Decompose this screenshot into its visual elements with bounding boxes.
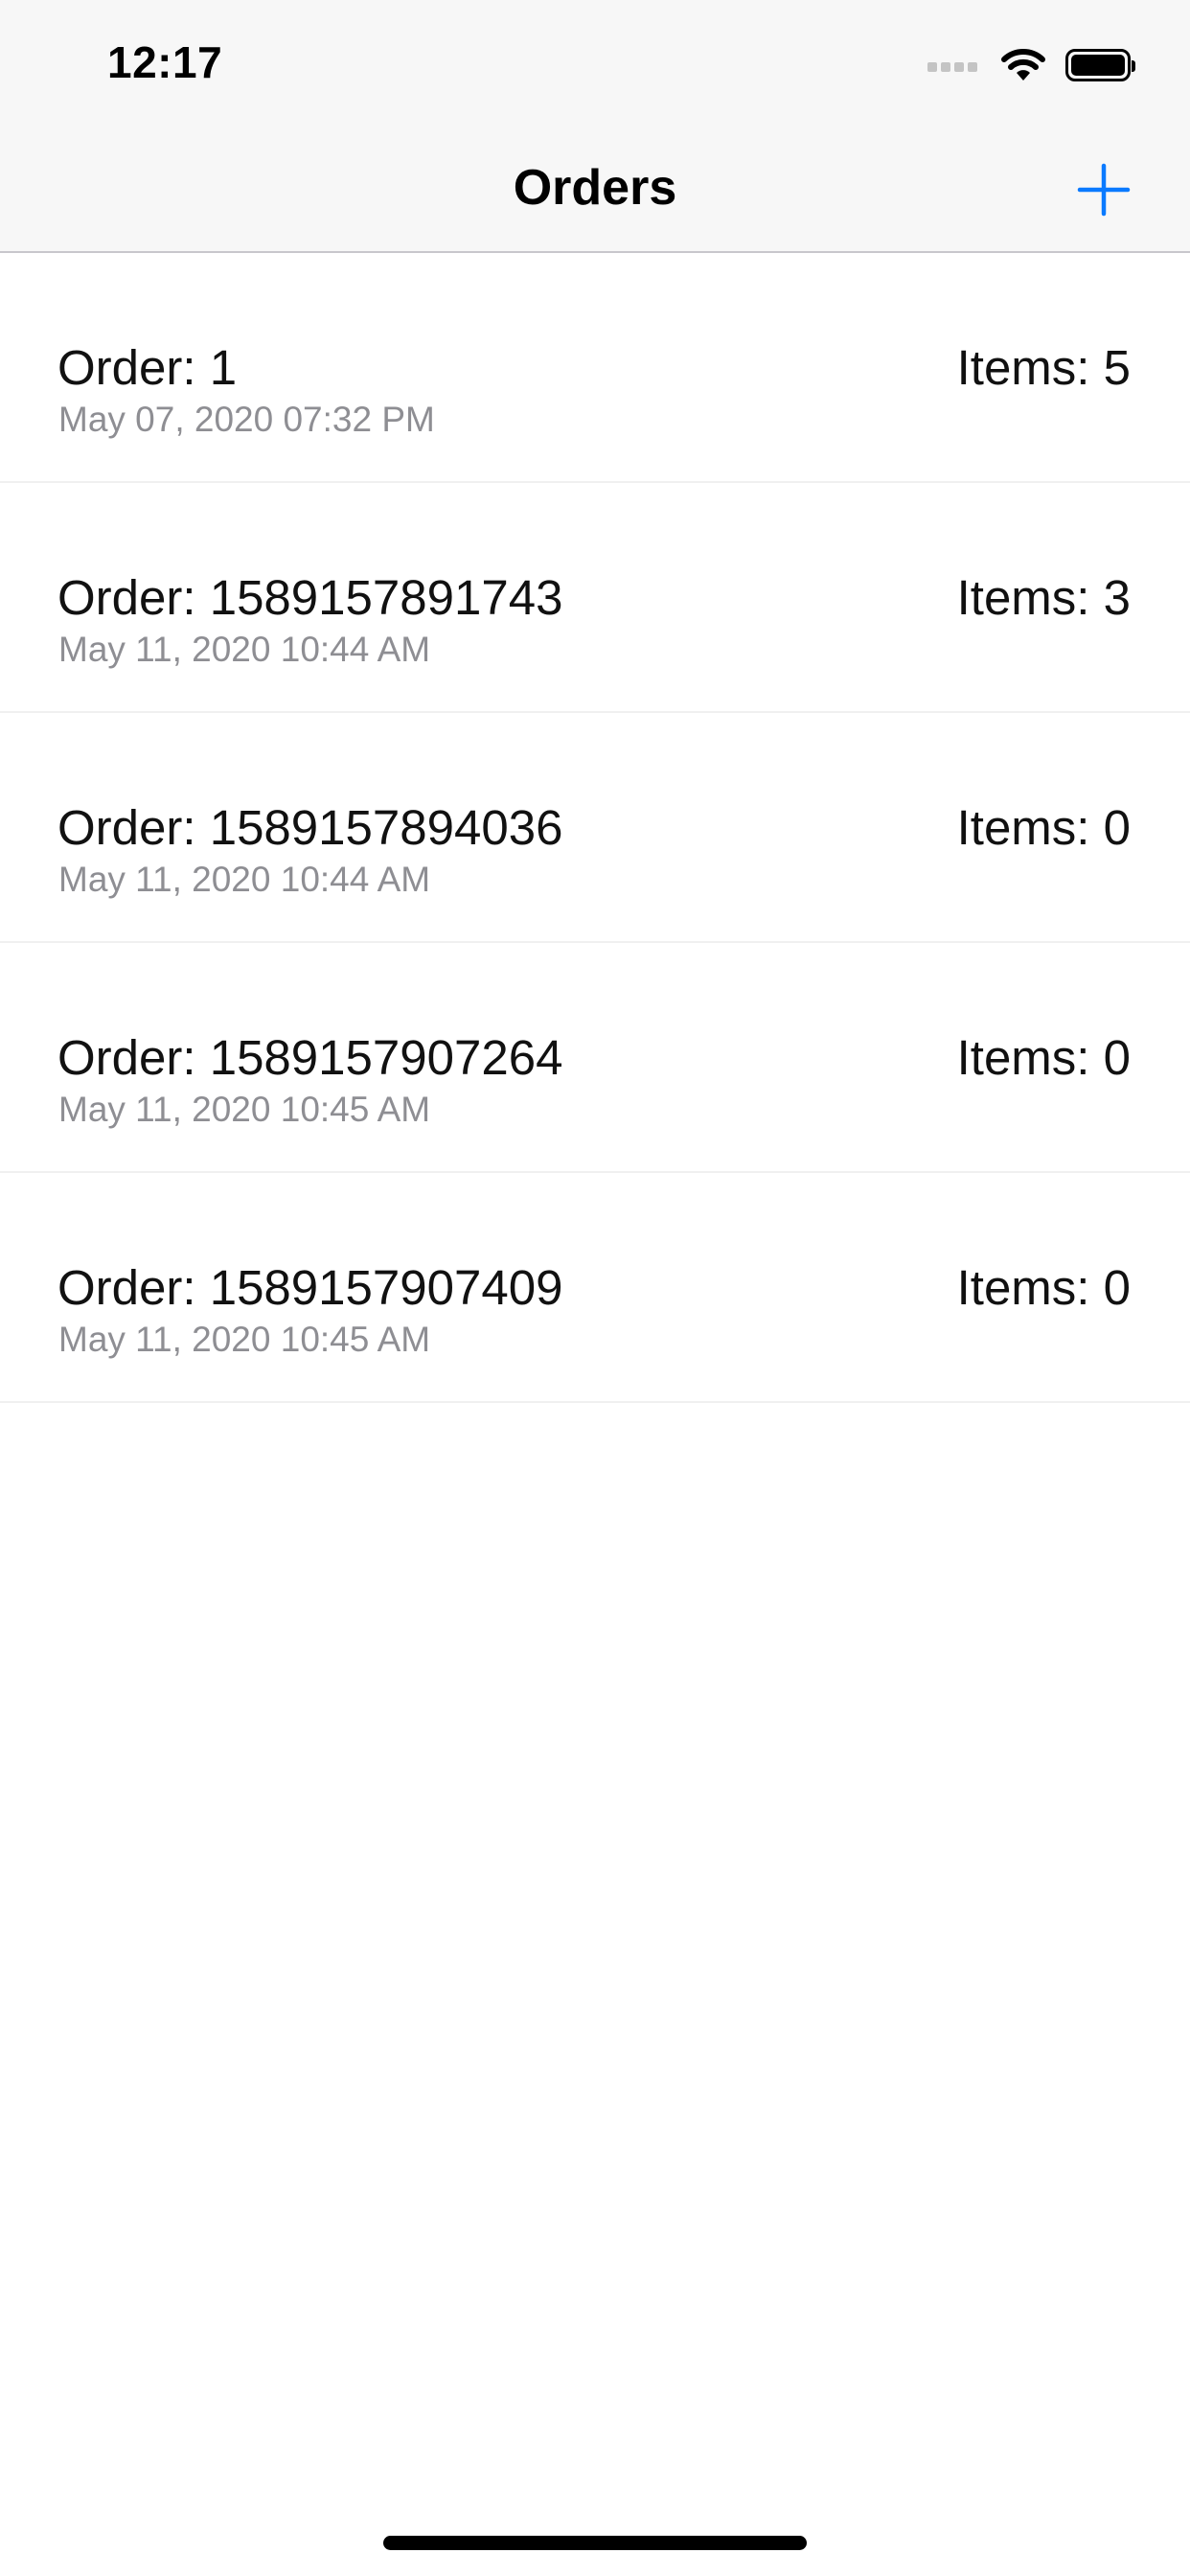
status-time: 12:17: [107, 37, 223, 87]
order-row[interactable]: Order: 1589157907264 May 11, 2020 10:45 …: [0, 943, 1190, 1173]
order-row[interactable]: Order: 1589157907409 May 11, 2020 10:45 …: [0, 1173, 1190, 1403]
battery-icon: [1065, 49, 1135, 81]
order-date: May 11, 2020 10:44 AM: [58, 630, 431, 669]
order-items-count: Items: 3: [956, 570, 1131, 625]
top-bar: 12:17 Orders: [0, 0, 1190, 253]
order-title: Order: 1589157894036: [57, 800, 563, 855]
order-row[interactable]: Order: 1589157894036 May 11, 2020 10:44 …: [0, 713, 1190, 943]
status-bar: 12:17: [0, 0, 1190, 126]
order-title: Order: 1: [57, 340, 238, 395]
order-date: May 07, 2020 07:32 PM: [58, 400, 435, 439]
plus-icon: [1077, 163, 1131, 217]
order-date: May 11, 2020 10:45 AM: [58, 1320, 431, 1359]
order-row[interactable]: Order: 1589157891743 May 11, 2020 10:44 …: [0, 483, 1190, 713]
status-icons: [927, 46, 1135, 84]
order-date: May 11, 2020 10:44 AM: [58, 860, 431, 899]
home-indicator[interactable]: [383, 2536, 807, 2550]
add-order-button[interactable]: [1075, 161, 1133, 218]
order-date: May 11, 2020 10:45 AM: [58, 1090, 431, 1129]
order-row[interactable]: Order: 1 May 07, 2020 07:32 PM Items: 5: [0, 253, 1190, 483]
order-items-count: Items: 0: [956, 800, 1131, 855]
navigation-bar: Orders: [0, 126, 1190, 253]
page-title: Orders: [513, 160, 677, 216]
orders-list: Order: 1 May 07, 2020 07:32 PM Items: 5 …: [0, 253, 1190, 1403]
wifi-icon: [1001, 49, 1045, 80]
cellular-signal-icon: [927, 58, 981, 72]
order-items-count: Items: 5: [956, 340, 1131, 395]
order-title: Order: 1589157907264: [57, 1030, 563, 1085]
order-title: Order: 1589157891743: [57, 570, 563, 625]
order-items-count: Items: 0: [956, 1260, 1131, 1315]
order-items-count: Items: 0: [956, 1030, 1131, 1085]
order-title: Order: 1589157907409: [57, 1260, 563, 1315]
